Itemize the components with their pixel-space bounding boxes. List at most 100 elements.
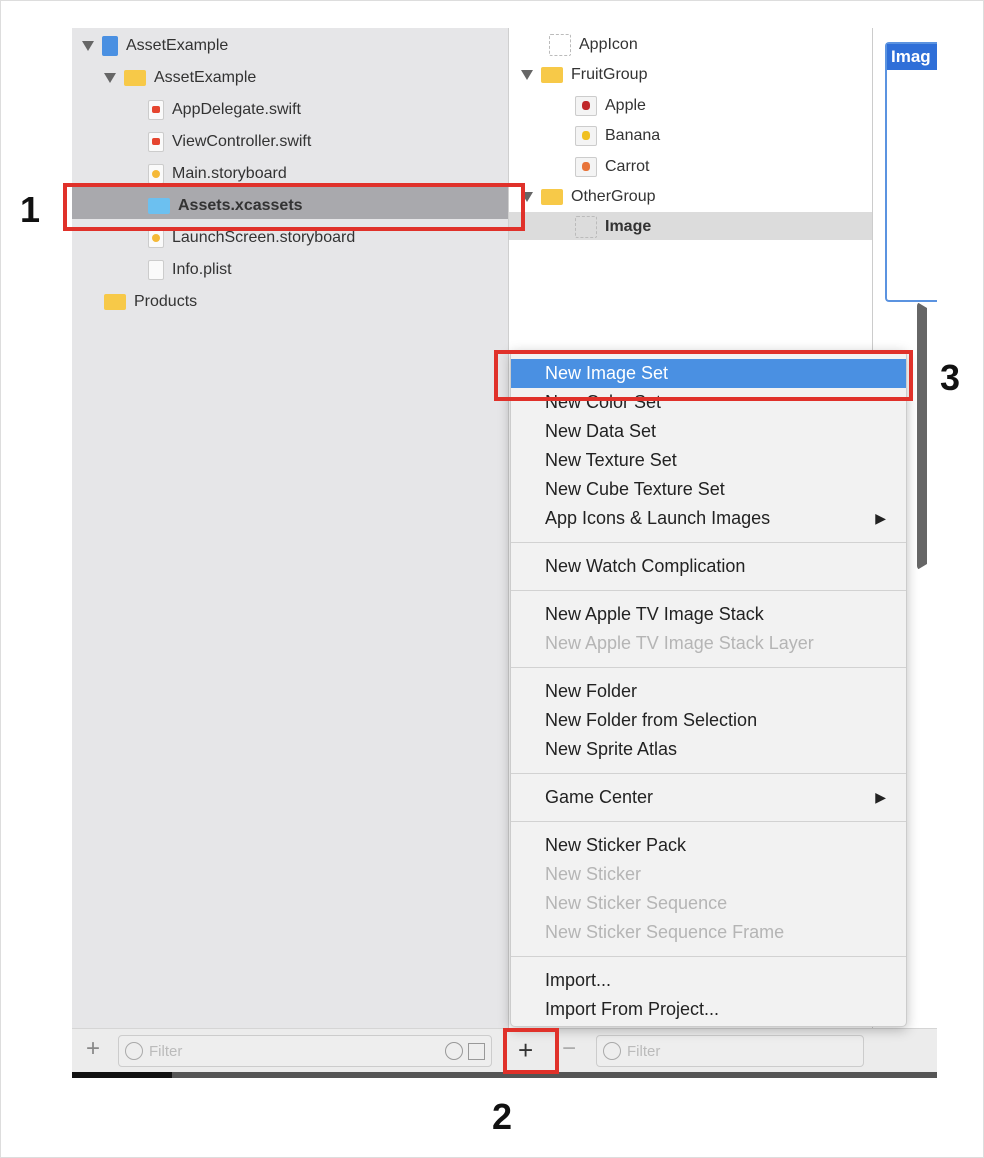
disclosure-collapsed-icon[interactable]: [917, 302, 937, 570]
annotation-box-1: [63, 183, 525, 231]
menu-item-label: New Data Set: [545, 421, 657, 441]
recent-files-icon[interactable]: [445, 1042, 463, 1060]
folder-icon: [541, 67, 563, 84]
navigator-label: AssetExample: [126, 37, 229, 54]
submenu-arrow-icon: ▶: [875, 789, 886, 805]
storyboard-icon: [148, 228, 164, 248]
carrot-thumbnail-icon: [575, 156, 597, 177]
remove-asset-button[interactable]: −: [562, 1035, 576, 1063]
selection-highlight: [509, 212, 872, 240]
disclosure-expanded-icon[interactable]: [521, 70, 533, 81]
menu-item[interactable]: New Sprite Atlas: [511, 735, 906, 764]
menu-separator: [511, 821, 906, 822]
navigator-label: Main.storyboard: [172, 165, 287, 182]
navigator-label: Info.plist: [172, 261, 232, 278]
menu-separator: [511, 667, 906, 668]
menu-item[interactable]: New Data Set: [511, 417, 906, 446]
menu-item[interactable]: Game Center ▶: [511, 783, 906, 812]
folder-icon: [104, 294, 126, 310]
menu-item[interactable]: New Cube Texture Set: [511, 475, 906, 504]
menu-item: New Sticker Sequence Frame: [511, 918, 906, 947]
menu-item-label: Game Center: [545, 787, 654, 807]
submenu-arrow-icon: ▶: [875, 510, 886, 526]
menu-item-label: New Folder from Selection: [545, 710, 758, 730]
swift-file-icon: [148, 100, 164, 120]
menu-item-label: New Sprite Atlas: [545, 739, 678, 759]
menu-item-label: App Icons & Launch Images: [545, 508, 771, 528]
asset-item[interactable]: AppIcon: [549, 31, 638, 59]
navigator-label: LaunchScreen.storyboard: [172, 229, 356, 246]
scm-filter-icon[interactable]: [468, 1042, 485, 1060]
menu-item-label: Import From Project...: [545, 999, 720, 1019]
asset-item[interactable]: OtherGroup: [521, 183, 655, 211]
asset-label: FruitGroup: [571, 66, 648, 84]
add-asset-menu: New Image Set New Color Set New Data Set Ne…: [510, 350, 907, 1027]
asset-item[interactable]: FruitGroup: [521, 61, 647, 89]
menu-item[interactable]: Import From Project...: [511, 995, 906, 1024]
asset-item[interactable]: Apple: [575, 92, 646, 120]
asset-label: Banana: [605, 127, 661, 145]
menu-item[interactable]: New Folder from Selection: [511, 706, 906, 735]
filter-placeholder: Filter: [149, 1042, 183, 1060]
folder-icon: [541, 189, 563, 205]
menu-item: New Sticker Sequence: [511, 889, 906, 918]
menu-item-label: New Sticker Sequence Frame: [545, 922, 785, 942]
menu-separator: [511, 542, 906, 543]
filter-icon: [603, 1042, 621, 1060]
asset-item[interactable]: Banana: [575, 122, 660, 150]
filter-icon: [125, 1042, 143, 1060]
menu-separator: [511, 773, 906, 774]
add-file-button[interactable]: +: [86, 1035, 100, 1063]
menu-item[interactable]: New Sticker Pack: [511, 831, 906, 860]
filter-placeholder: Filter: [627, 1042, 661, 1060]
asset-item[interactable]: Image: [575, 213, 651, 241]
navigator-label: Products: [134, 293, 198, 310]
appicon-placeholder-icon: [549, 34, 571, 56]
disclosure-expanded-icon[interactable]: [104, 73, 116, 83]
image-placeholder-icon: [575, 216, 597, 239]
menu-item[interactable]: New Watch Complication: [511, 552, 906, 581]
menu-item[interactable]: New Apple TV Image Stack: [511, 600, 906, 629]
menu-item-label: Import...: [545, 970, 612, 990]
menu-item-label: New Sticker Sequence: [545, 893, 728, 913]
swift-file-icon: [148, 132, 164, 152]
annotation-box-2: [503, 1028, 559, 1074]
disclosure-expanded-icon[interactable]: [82, 41, 94, 51]
navigator-filter-input[interactable]: Filter: [118, 1035, 492, 1067]
navigator-item[interactable]: AssetExample: [82, 32, 228, 60]
detail-header: Imag: [887, 44, 937, 70]
menu-item-label: New Apple TV Image Stack Layer: [545, 633, 814, 653]
asset-detail-panel: Imag: [885, 42, 937, 302]
menu-item[interactable]: App Icons & Launch Images ▶: [511, 504, 906, 533]
navigator-item[interactable]: AppDelegate.swift: [148, 96, 301, 124]
navigator-label: AssetExample: [154, 69, 257, 86]
storyboard-icon: [148, 164, 164, 184]
navigator-item[interactable]: AssetExample: [104, 64, 256, 92]
step-3-label: 3: [940, 357, 961, 398]
navigator-item[interactable]: ViewController.swift: [148, 128, 311, 156]
menu-item-label: New Apple TV Image Stack: [545, 604, 764, 624]
navigator-item[interactable]: Products: [104, 288, 927, 570]
menu-item-label: New Cube Texture Set: [545, 479, 725, 499]
asset-filter-input[interactable]: Filter: [596, 1035, 864, 1067]
banana-thumbnail-icon: [575, 126, 597, 147]
navigator-item[interactable]: Info.plist: [148, 256, 232, 284]
asset-label: Carrot: [605, 157, 650, 175]
asset-label: Apple: [605, 96, 646, 114]
apple-thumbnail-icon: [575, 95, 597, 116]
menu-separator: [511, 590, 906, 591]
asset-label: OtherGroup: [571, 188, 656, 205]
step-2-label: 2: [492, 1096, 513, 1137]
menu-item-label: New Folder: [545, 681, 638, 701]
menu-item[interactable]: New Texture Set: [511, 446, 906, 475]
project-icon: [102, 36, 118, 56]
plist-icon: [148, 260, 164, 280]
menu-item: New Sticker: [511, 860, 906, 889]
navigator-label: ViewController.swift: [172, 133, 312, 150]
navigator-label: AppDelegate.swift: [172, 101, 301, 118]
asset-item[interactable]: Carrot: [575, 153, 649, 181]
menu-item-label: New Sticker: [545, 864, 642, 884]
menu-item[interactable]: New Folder: [511, 677, 906, 706]
folder-icon: [124, 70, 146, 86]
menu-item[interactable]: Import...: [511, 966, 906, 995]
